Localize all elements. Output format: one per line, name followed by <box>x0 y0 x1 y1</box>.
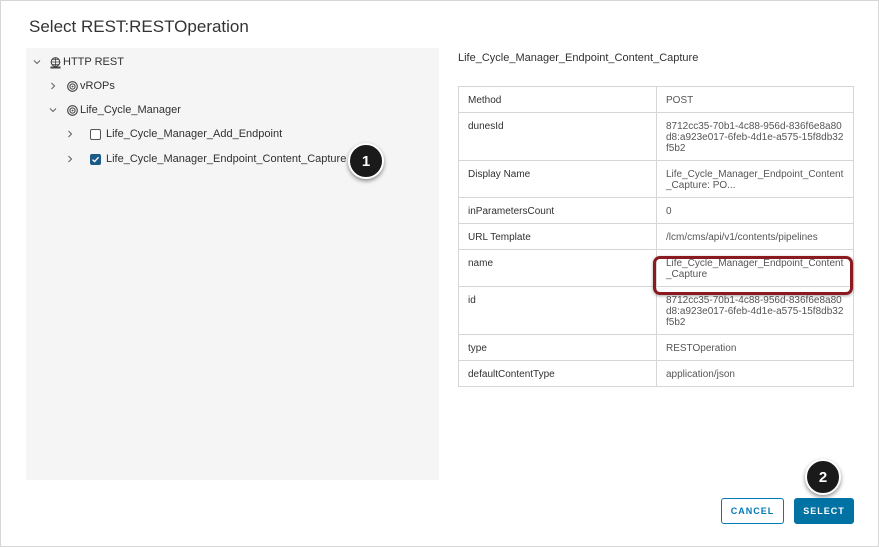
checkmark-icon <box>92 156 100 163</box>
table-row: defaultContentType application/json <box>458 360 854 387</box>
property-value: /lcm/cms/api/v1/contents/pipelines <box>656 223 854 250</box>
select-rest-operation-dialog: Select REST:RESTOperation HTTP REST vROP… <box>0 0 879 547</box>
tree-node-label: Life_Cycle_Manager_Endpoint_Content_Capt… <box>106 153 347 165</box>
property-value: RESTOperation <box>656 334 854 361</box>
property-key: defaultContentType <box>458 360 657 387</box>
chevron-down-icon[interactable] <box>48 105 62 115</box>
chevron-right-icon[interactable] <box>48 81 62 91</box>
chevron-right-icon[interactable] <box>65 154 79 164</box>
chevron-right-icon[interactable] <box>65 129 79 139</box>
property-key: dunesId <box>458 112 657 161</box>
rest-host-icon <box>49 56 62 69</box>
table-row: Display Name Life_Cycle_Manager_Endpoint_… <box>458 160 854 198</box>
property-value: application/json <box>656 360 854 387</box>
dialog-title: Select REST:RESTOperation <box>29 17 249 36</box>
table-row: Method POST <box>458 86 854 113</box>
table-row: inParametersCount 0 <box>458 197 854 224</box>
chevron-down-icon[interactable] <box>32 57 46 67</box>
rest-host-icon <box>66 104 79 117</box>
property-key: URL Template <box>458 223 657 250</box>
property-value: Life_Cycle_Manager_Endpoint_Content_Capt… <box>656 160 854 198</box>
table-row: dunesId 8712cc35-70b1-4c88-956d-836f6e8a8… <box>458 112 854 161</box>
callout-badge-1: 1 <box>348 143 384 179</box>
detail-title: Life_Cycle_Manager_Endpoint_Content_Capt… <box>458 52 699 64</box>
property-key: type <box>458 334 657 361</box>
tree-node-label: HTTP REST <box>63 56 124 68</box>
property-key: Method <box>458 86 657 113</box>
property-key: name <box>458 249 657 287</box>
checkbox-endpoint-content-capture[interactable] <box>90 153 101 165</box>
table-row: type RESTOperation <box>458 334 854 361</box>
select-button[interactable]: SELECT <box>794 498 854 524</box>
tree-node-label: vROPs <box>80 80 115 92</box>
cancel-button[interactable]: CANCEL <box>721 498 784 524</box>
property-value: 0 <box>656 197 854 224</box>
callout-badge-2: 2 <box>805 459 841 495</box>
property-key: inParametersCount <box>458 197 657 224</box>
property-value: POST <box>656 86 854 113</box>
property-value: 8712cc35-70b1-4c88-956d-836f6e8a80d8:a92… <box>656 112 854 161</box>
property-key: Display Name <box>458 160 657 198</box>
name-value-highlight <box>653 256 853 295</box>
table-row: URL Template/lcm/cms/api/v1/contents/pip… <box>458 223 854 250</box>
properties-table: Method POST dunesId 8712cc35-70b1-4c88-956… <box>458 86 854 387</box>
tree-node-life-cycle-manager[interactable]: Life_Cycle_Manager <box>48 101 181 119</box>
tree-node-label: Life_Cycle_Manager <box>80 104 181 116</box>
tree-panel: HTTP REST vROPs Life_Cycle_Manager Life_… <box>26 48 439 480</box>
tree-node-add-endpoint[interactable]: Life_Cycle_Manager_Add_Endpoint <box>65 125 282 143</box>
tree-node-vrops[interactable]: vROPs <box>48 77 115 95</box>
tree-node-http-rest[interactable]: HTTP REST <box>32 53 124 71</box>
checkbox-add-endpoint[interactable] <box>90 128 101 140</box>
property-key: id <box>458 286 657 335</box>
tree-node-label: Life_Cycle_Manager_Add_Endpoint <box>106 128 283 140</box>
tree-node-endpoint-content-capture[interactable]: Life_Cycle_Manager_Endpoint_Content_Capt… <box>65 150 346 168</box>
rest-host-icon <box>66 80 79 93</box>
